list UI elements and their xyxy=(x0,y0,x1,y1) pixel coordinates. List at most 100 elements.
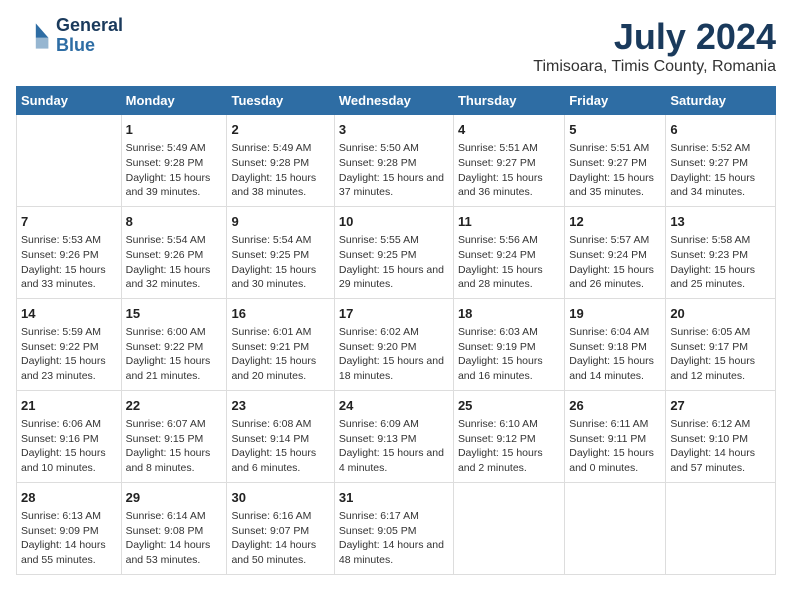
day-number: 29 xyxy=(126,489,223,507)
day-cell: 28 Sunrise: 6:13 AMSunset: 9:09 PMDayligh… xyxy=(17,482,122,574)
day-info: Sunrise: 5:53 AMSunset: 9:26 PMDaylight:… xyxy=(21,233,117,292)
day-info: Sunrise: 5:54 AMSunset: 9:25 PMDaylight:… xyxy=(231,233,329,292)
col-header-sunday: Sunday xyxy=(17,87,122,115)
day-cell: 22 Sunrise: 6:07 AMSunset: 9:15 PMDayligh… xyxy=(121,390,227,482)
day-info: Sunrise: 6:01 AMSunset: 9:21 PMDaylight:… xyxy=(231,325,329,384)
week-row-5: 28 Sunrise: 6:13 AMSunset: 9:09 PMDayligh… xyxy=(17,482,776,574)
day-number: 27 xyxy=(670,397,771,415)
day-number: 24 xyxy=(339,397,449,415)
day-info: Sunrise: 5:57 AMSunset: 9:24 PMDaylight:… xyxy=(569,233,661,292)
day-number: 8 xyxy=(126,213,223,231)
day-cell: 1Sunrise: 5:49 AMSunset: 9:28 PMDaylight… xyxy=(121,115,227,207)
day-number: 17 xyxy=(339,305,449,323)
col-header-monday: Monday xyxy=(121,87,227,115)
day-info: Sunrise: 6:14 AMSunset: 9:08 PMDaylight:… xyxy=(126,509,223,568)
day-number: 22 xyxy=(126,397,223,415)
day-number: 12 xyxy=(569,213,661,231)
day-info: Sunrise: 5:58 AMSunset: 9:23 PMDaylight:… xyxy=(670,233,771,292)
day-cell: 29 Sunrise: 6:14 AMSunset: 9:08 PMDayligh… xyxy=(121,482,227,574)
day-cell: 20 Sunrise: 6:05 AMSunset: 9:17 PMDayligh… xyxy=(666,298,776,390)
day-number: 20 xyxy=(670,305,771,323)
day-info: Sunrise: 6:16 AMSunset: 9:07 PMDaylight:… xyxy=(231,509,329,568)
col-header-friday: Friday xyxy=(565,87,666,115)
day-cell: 25 Sunrise: 6:10 AMSunset: 9:12 PMDayligh… xyxy=(453,390,564,482)
day-info: Sunrise: 6:07 AMSunset: 9:15 PMDaylight:… xyxy=(126,417,223,476)
title-block: July 2024 Timisoara, Timis County, Roman… xyxy=(533,16,776,76)
day-info: Sunrise: 5:51 AMSunset: 9:27 PMDaylight:… xyxy=(569,141,661,200)
week-row-4: 21Sunrise: 6:06 AMSunset: 9:16 PMDayligh… xyxy=(17,390,776,482)
day-cell: 21Sunrise: 6:06 AMSunset: 9:16 PMDayligh… xyxy=(17,390,122,482)
col-header-wednesday: Wednesday xyxy=(334,87,453,115)
day-info: Sunrise: 6:08 AMSunset: 9:14 PMDaylight:… xyxy=(231,417,329,476)
day-number: 6 xyxy=(670,121,771,139)
day-cell: 23 Sunrise: 6:08 AMSunset: 9:14 PMDayligh… xyxy=(227,390,334,482)
day-info: Sunrise: 5:56 AMSunset: 9:24 PMDaylight:… xyxy=(458,233,560,292)
day-number: 11 xyxy=(458,213,560,231)
day-info: Sunrise: 6:02 AMSunset: 9:20 PMDaylight:… xyxy=(339,325,449,384)
day-cell: 24 Sunrise: 6:09 AMSunset: 9:13 PMDayligh… xyxy=(334,390,453,482)
day-cell: 2Sunrise: 5:49 AMSunset: 9:28 PMDaylight… xyxy=(227,115,334,207)
day-cell: 15Sunrise: 6:00 AMSunset: 9:22 PMDayligh… xyxy=(121,298,227,390)
day-info: Sunrise: 5:49 AMSunset: 9:28 PMDaylight:… xyxy=(231,141,329,200)
day-number: 19 xyxy=(569,305,661,323)
day-cell xyxy=(453,482,564,574)
day-info: Sunrise: 5:55 AMSunset: 9:25 PMDaylight:… xyxy=(339,233,449,292)
day-cell: 19 Sunrise: 6:04 AMSunset: 9:18 PMDayligh… xyxy=(565,298,666,390)
day-cell xyxy=(666,482,776,574)
day-number: 14 xyxy=(21,305,117,323)
day-cell: 18 Sunrise: 6:03 AMSunset: 9:19 PMDayligh… xyxy=(453,298,564,390)
day-cell: 7 Sunrise: 5:53 AMSunset: 9:26 PMDaylight… xyxy=(17,206,122,298)
day-cell: 16 Sunrise: 6:01 AMSunset: 9:21 PMDayligh… xyxy=(227,298,334,390)
week-row-1: 1 Sunrise: 5:49 AMSunset: 9:28 PMDaylight… xyxy=(17,115,776,207)
col-header-thursday: Thursday xyxy=(453,87,564,115)
day-cell: 10 Sunrise: 5:55 AMSunset: 9:25 PMDayligh… xyxy=(334,206,453,298)
day-cell: 30 Sunrise: 6:16 AMSunset: 9:07 PMDayligh… xyxy=(227,482,334,574)
day-info: Sunrise: 6:09 AMSunset: 9:13 PMDaylight:… xyxy=(339,417,449,476)
day-cell: 11 Sunrise: 5:56 AMSunset: 9:24 PMDayligh… xyxy=(453,206,564,298)
day-number: 9 xyxy=(231,213,329,231)
col-header-tuesday: Tuesday xyxy=(227,87,334,115)
day-number: 10 xyxy=(339,213,449,231)
day-number: 25 xyxy=(458,397,560,415)
day-number: 26 xyxy=(569,397,661,415)
day-info: Sunrise: 6:11 AMSunset: 9:11 PMDaylight:… xyxy=(569,417,661,476)
day-cell: 13Sunrise: 5:58 AMSunset: 9:23 PMDayligh… xyxy=(666,206,776,298)
day-number: 30 xyxy=(231,489,329,507)
day-cell: 27 Sunrise: 6:12 AMSunset: 9:10 PMDayligh… xyxy=(666,390,776,482)
day-cell: 26 Sunrise: 6:11 AMSunset: 9:11 PMDayligh… xyxy=(565,390,666,482)
day-number: 3 xyxy=(339,121,449,139)
day-info: Sunrise: 6:12 AMSunset: 9:10 PMDaylight:… xyxy=(670,417,771,476)
day-cell: 5Sunrise: 5:51 AMSunset: 9:27 PMDaylight… xyxy=(565,115,666,207)
day-number: 7 xyxy=(21,213,117,231)
day-number: 23 xyxy=(231,397,329,415)
day-info: Sunrise: 5:54 AMSunset: 9:26 PMDaylight:… xyxy=(126,233,223,292)
day-info: Sunrise: 6:10 AMSunset: 9:12 PMDaylight:… xyxy=(458,417,560,476)
logo-text-blue: Blue xyxy=(56,36,123,56)
calendar-table: SundayMondayTuesdayWednesdayThursdayFrid… xyxy=(16,86,776,575)
day-cell: 12 Sunrise: 5:57 AMSunset: 9:24 PMDayligh… xyxy=(565,206,666,298)
week-row-3: 14Sunrise: 5:59 AMSunset: 9:22 PMDayligh… xyxy=(17,298,776,390)
logo-icon xyxy=(16,18,52,54)
day-cell xyxy=(17,115,122,207)
day-number: 16 xyxy=(231,305,329,323)
day-number: 4 xyxy=(458,121,560,139)
header-row: SundayMondayTuesdayWednesdayThursdayFrid… xyxy=(17,87,776,115)
day-number: 21 xyxy=(21,397,117,415)
location-subtitle: Timisoara, Timis County, Romania xyxy=(533,58,776,76)
day-info: Sunrise: 6:04 AMSunset: 9:18 PMDaylight:… xyxy=(569,325,661,384)
col-header-saturday: Saturday xyxy=(666,87,776,115)
day-info: Sunrise: 6:17 AMSunset: 9:05 PMDaylight:… xyxy=(339,509,449,568)
page-header: General Blue July 2024 Timisoara, Timis … xyxy=(16,16,776,76)
day-info: Sunrise: 6:05 AMSunset: 9:17 PMDaylight:… xyxy=(670,325,771,384)
day-info: Sunrise: 6:03 AMSunset: 9:19 PMDaylight:… xyxy=(458,325,560,384)
day-number: 1 xyxy=(126,121,223,139)
day-number: 28 xyxy=(21,489,117,507)
day-info: Sunrise: 6:13 AMSunset: 9:09 PMDaylight:… xyxy=(21,509,117,568)
day-number: 18 xyxy=(458,305,560,323)
logo-text-general: General xyxy=(56,16,123,36)
day-cell: 8 Sunrise: 5:54 AMSunset: 9:26 PMDaylight… xyxy=(121,206,227,298)
month-title: July 2024 xyxy=(533,16,776,58)
day-cell: 6Sunrise: 5:52 AMSunset: 9:27 PMDaylight… xyxy=(666,115,776,207)
day-number: 31 xyxy=(339,489,449,507)
day-cell: 17 Sunrise: 6:02 AMSunset: 9:20 PMDayligh… xyxy=(334,298,453,390)
